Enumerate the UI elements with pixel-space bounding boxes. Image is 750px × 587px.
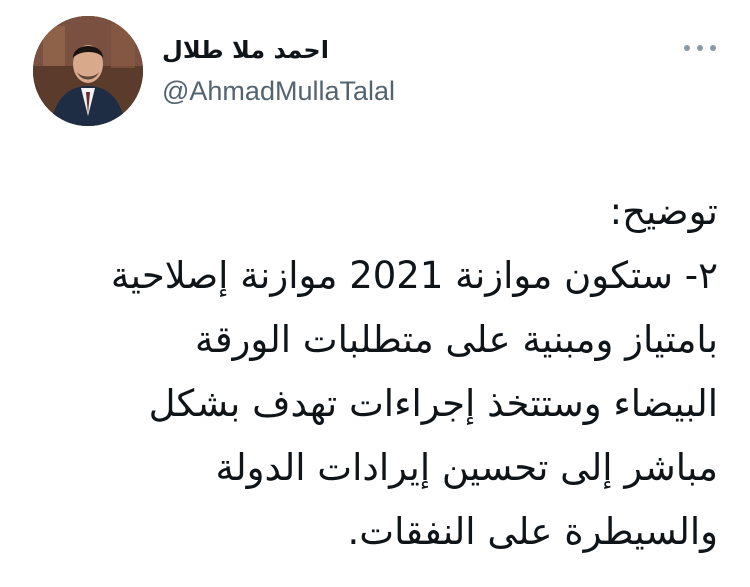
more-horizontal-icon bbox=[684, 45, 716, 51]
profile-photo-icon bbox=[33, 16, 143, 126]
tweet-line: توضيح: bbox=[609, 190, 718, 233]
author-display-name[interactable]: احمد ملا طلال bbox=[162, 36, 329, 64]
avatar[interactable] bbox=[33, 16, 143, 126]
tweet-line: مباشر إلى تحسين إيرادات الدولة bbox=[215, 446, 718, 489]
tweet-line: بامتياز ومبنية على متطلبات الورقة bbox=[194, 318, 718, 361]
tweet-line: والسيطرة على النفقات. bbox=[347, 510, 718, 553]
tweet-line: ٢- ستكون موازنة 2021 موازنة إصلاحية bbox=[110, 254, 718, 297]
more-options-button[interactable] bbox=[680, 36, 720, 60]
author-handle[interactable]: @AhmadMullaTalal bbox=[162, 76, 395, 107]
tweet-line: البيضاء وستتخذ إجراءات تهدف بشكل bbox=[148, 382, 718, 425]
tweet-text: توضيح: ٢- ستكون موازنة 2021 موازنة إصلاح… bbox=[28, 180, 718, 564]
